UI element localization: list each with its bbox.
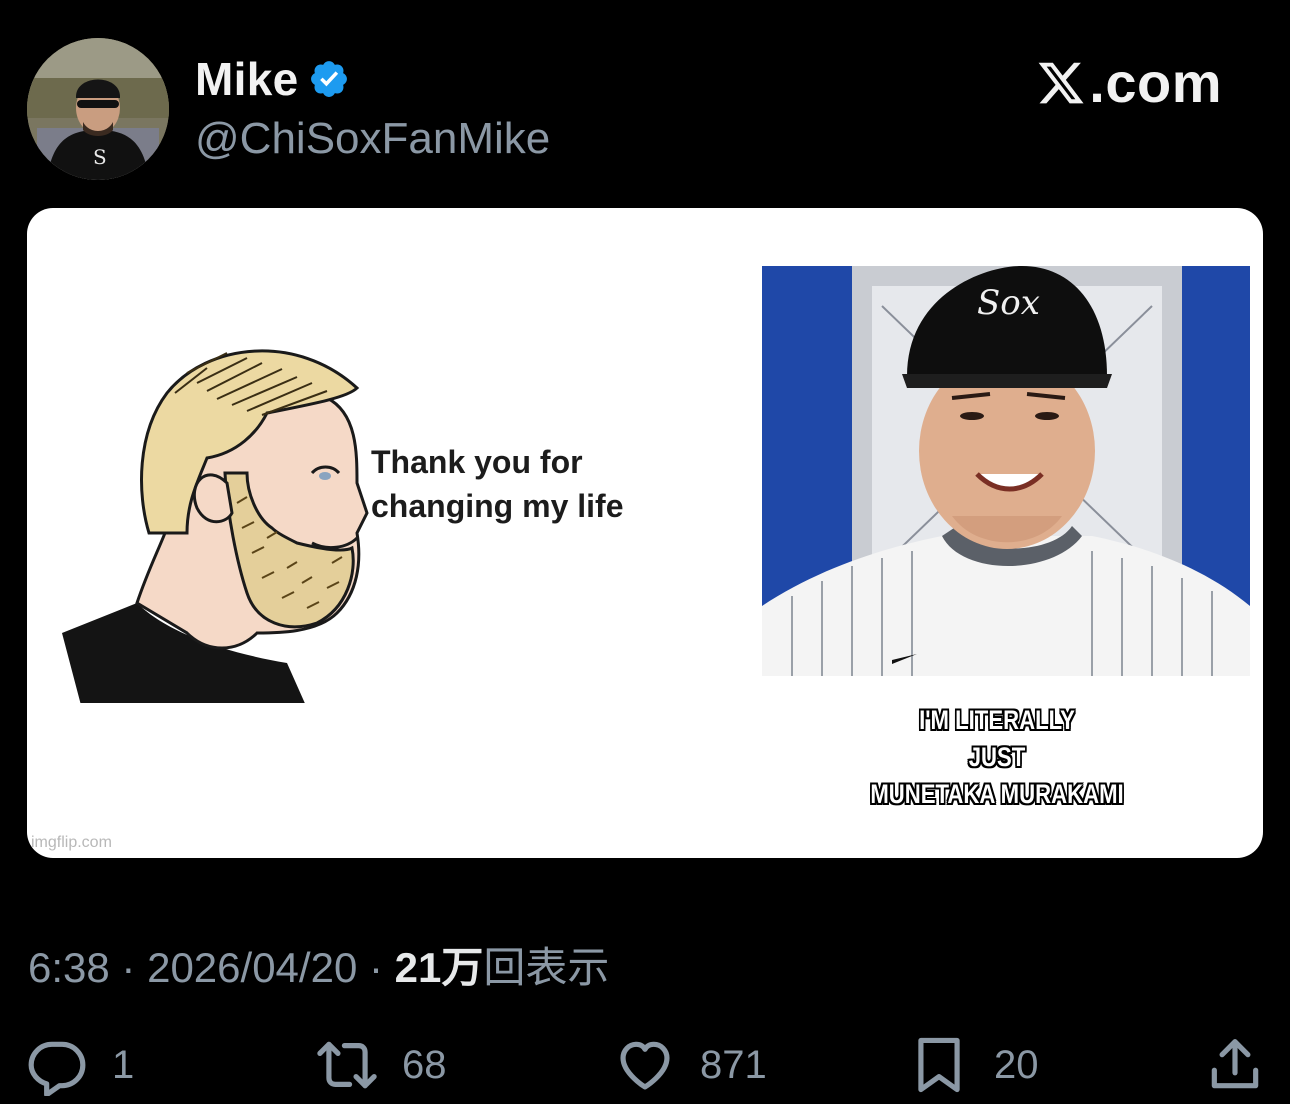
tweet-meta: 6:38 · 2026/04/20 · 21万回表示 [28, 934, 609, 995]
verified-badge-icon [311, 61, 348, 97]
separator: · [121, 944, 136, 991]
tweet-date[interactable]: 2026/04/20 [147, 944, 357, 991]
meme-text-line: changing my life [371, 488, 624, 524]
reply-button[interactable]: 1 [26, 1034, 134, 1096]
caption-line: MUNETAKA MURAKAMI [870, 779, 1124, 809]
author-handle[interactable]: @ChiSoxFanMike [195, 114, 550, 164]
watermark: imgflip.com [31, 834, 112, 851]
caption-line: I'M LITERALLY [919, 705, 1075, 735]
player-photo-image: Sox [762, 266, 1250, 676]
like-icon [620, 1041, 670, 1090]
tweet-screenshot: S Mike @ChiSoxFanMike .com Thank you for… [0, 0, 1290, 1104]
brand-text: .com [1089, 51, 1222, 114]
chad-cartoon-image [62, 349, 369, 703]
reply-count: 1 [112, 1042, 135, 1087]
x-logo-icon [1038, 62, 1084, 103]
tweet-time[interactable]: 6:38 [28, 944, 110, 991]
meme-text: Thank you for changing my life [371, 440, 623, 528]
display-name[interactable]: Mike [195, 52, 298, 106]
meme-text-line: Thank you for [371, 444, 583, 480]
author-name-row[interactable]: Mike [195, 52, 350, 106]
retweet-count: 68 [402, 1042, 447, 1087]
bookmark-button[interactable]: 20 [908, 1034, 1039, 1096]
bookmark-count: 20 [994, 1042, 1039, 1087]
brand-logo: .com [1035, 50, 1222, 115]
retweet-icon [317, 1041, 377, 1089]
avatar[interactable]: S [27, 38, 169, 180]
separator: · [368, 944, 383, 991]
like-count: 871 [700, 1042, 767, 1087]
svg-text:Sox: Sox [977, 283, 1040, 323]
reply-icon [28, 1041, 86, 1096]
meme-caption: I'M LITERALLY JUST MUNETAKA MURAKAMI [804, 702, 1189, 813]
bookmark-icon [918, 1037, 960, 1093]
tweet-media[interactable]: Thank you for changing my life Sox I'M L… [27, 208, 1263, 858]
caption-line: JUST [968, 742, 1026, 772]
retweet-button[interactable]: 68 [316, 1034, 447, 1096]
share-button[interactable] [1204, 1034, 1266, 1096]
view-count[interactable]: 21万 [395, 944, 484, 991]
like-button[interactable]: 871 [614, 1034, 767, 1096]
svg-text:S: S [93, 145, 107, 169]
share-icon [1211, 1039, 1259, 1089]
view-label: 回表示 [483, 944, 610, 991]
